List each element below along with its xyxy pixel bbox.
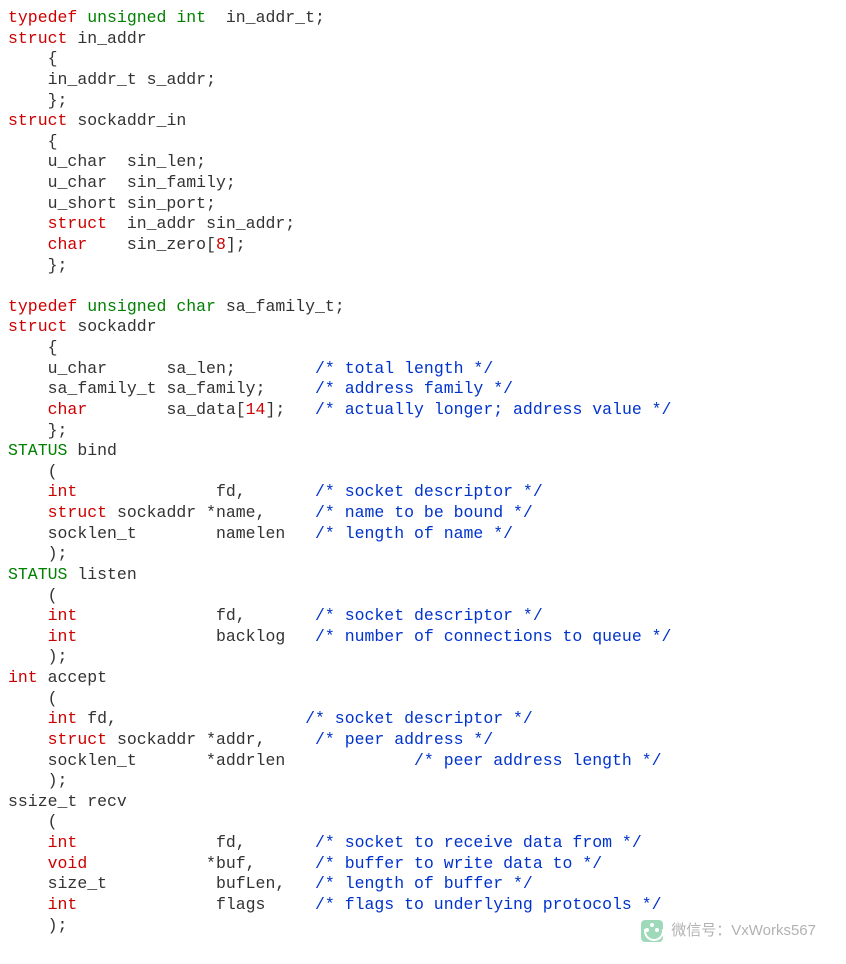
field-sa-data: sa_data — [166, 400, 235, 419]
token-unsigned: unsigned — [87, 8, 166, 27]
param-name: name — [216, 503, 256, 522]
field-sa-family: sa_family — [166, 379, 255, 398]
comment-name-bound: /* name to be bound */ — [315, 503, 533, 522]
code-block: typedef unsigned int in_addr_t; struct i… — [8, 8, 838, 936]
type-u-char: u_char — [48, 152, 107, 171]
token-int: int — [176, 8, 206, 27]
comment-socket-recv: /* socket to receive data from */ — [315, 833, 642, 852]
param-fd: fd — [216, 482, 236, 501]
comment-peer-address: /* peer address */ — [315, 730, 493, 749]
array-size-8: 8 — [216, 235, 226, 254]
comment-actually-longer: /* actually longer; address value */ — [315, 400, 671, 419]
func-accept: accept — [48, 668, 107, 687]
param-buflen: bufLen — [216, 874, 275, 893]
comment-flags-protocols: /* flags to underlying protocols */ — [315, 895, 662, 914]
struct-name: sockaddr — [77, 317, 156, 336]
array-size-14: 14 — [246, 400, 266, 419]
comment-length-buffer: /* length of buffer */ — [315, 874, 533, 893]
func-listen: listen — [77, 565, 136, 584]
comment-length-name: /* length of name */ — [315, 524, 513, 543]
comment-total-length: /* total length */ — [315, 359, 493, 378]
func-recv: recv — [87, 792, 127, 811]
func-bind: bind — [77, 441, 117, 460]
field-s-addr: s_addr — [147, 70, 206, 89]
keyword-struct: struct — [8, 29, 67, 48]
struct-name: sockaddr_in — [77, 111, 186, 130]
param-addr: addr — [216, 730, 256, 749]
field-sin-family: sin_family — [127, 173, 226, 192]
field-sin-port: sin_port — [127, 194, 206, 213]
typedef-name: sa_family_t — [226, 297, 335, 316]
comment-num-connections: /* number of connections to queue */ — [315, 627, 671, 646]
type-in-addr-t: in_addr_t — [48, 70, 137, 89]
comment-peer-addr-len: /* peer address length */ — [414, 751, 662, 770]
param-flags: flags — [216, 895, 266, 914]
param-buf: buf — [216, 854, 246, 873]
comment-address-family: /* address family */ — [315, 379, 513, 398]
field-sin-zero: sin_zero — [127, 235, 206, 254]
type-status: STATUS — [8, 441, 67, 460]
keyword-typedef: typedef — [8, 8, 77, 27]
struct-name: in_addr — [77, 29, 146, 48]
param-addrlen: addrlen — [216, 751, 285, 770]
field-sin-addr: sin_addr — [206, 214, 285, 233]
type-u-short: u_short — [48, 194, 117, 213]
field-sa-len: sa_len — [166, 359, 225, 378]
type-ssize-t: ssize_t — [8, 792, 77, 811]
field-sin-len: sin_len — [127, 152, 196, 171]
param-backlog: backlog — [216, 627, 285, 646]
typedef-name: in_addr_t — [226, 8, 315, 27]
param-namelen: namelen — [216, 524, 285, 543]
comment-socket-descriptor: /* socket descriptor */ — [315, 482, 543, 501]
comment-buffer-write: /* buffer to write data to */ — [315, 854, 602, 873]
